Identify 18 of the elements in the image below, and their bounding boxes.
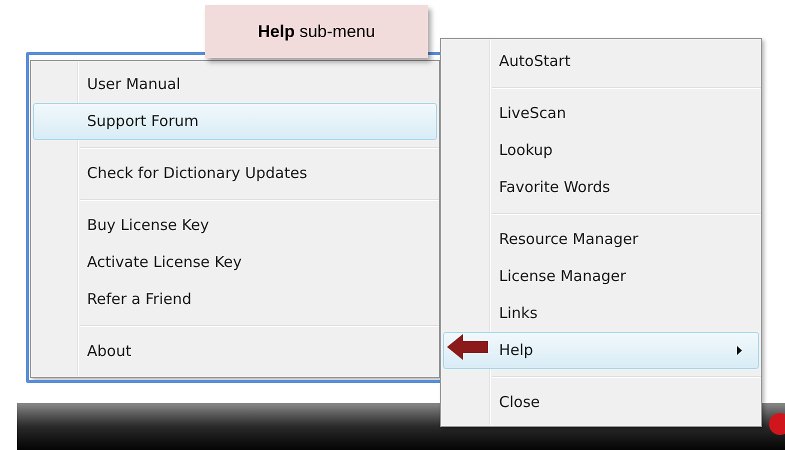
menu-item[interactable]: Refer a Friend xyxy=(33,281,437,318)
menu-item[interactable]: License Manager xyxy=(443,258,759,295)
callout-label: Help sub-menu xyxy=(205,5,428,58)
menu-item[interactable]: Resource Manager xyxy=(443,221,759,258)
menu-item[interactable]: AutoStart xyxy=(443,43,759,80)
menu-item[interactable]: About xyxy=(33,333,437,370)
menu-item[interactable]: Activate License Key xyxy=(33,244,437,281)
menu-item[interactable]: Support Forum xyxy=(33,103,437,140)
menu-item[interactable]: Close xyxy=(443,384,759,421)
menu-item[interactable]: Lookup xyxy=(443,132,759,169)
menu-item[interactable]: Favorite Words xyxy=(443,169,759,206)
menu-item[interactable]: Links xyxy=(443,295,759,332)
menu-item[interactable]: User Manual xyxy=(33,66,437,103)
menu-item[interactable]: Check for Dictionary Updates xyxy=(33,155,437,192)
menu-item[interactable]: LiveScan xyxy=(443,95,759,132)
menu-item[interactable]: Buy License Key xyxy=(33,207,437,244)
menu-item[interactable]: Help xyxy=(443,332,759,369)
left-arrow-icon xyxy=(447,334,488,360)
